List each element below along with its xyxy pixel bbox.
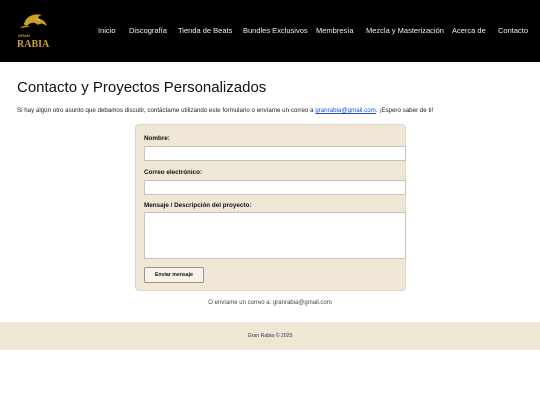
intro-email-link[interactable]: granrabia@gmail.com <box>315 107 376 114</box>
main-nav: Inicio Discografía Tienda de Beats Bundl… <box>0 26 540 38</box>
page-title: Contacto y Proyectos Personalizados <box>17 79 267 96</box>
intro-text-before: Si hay algún otro asunto que debamos dis… <box>17 107 316 114</box>
nav-item-discografia[interactable]: Discografía <box>129 26 167 35</box>
send-message-button[interactable]: Enviar mensaje <box>144 267 204 283</box>
intro-text: Si hay algún otro asunto que debamos dis… <box>17 107 433 114</box>
nav-item-inicio[interactable]: Inicio <box>98 26 116 35</box>
nav-item-acerca-de[interactable]: Acerca de <box>452 26 486 35</box>
intro-text-after: . ¡Espero saber de ti! <box>375 107 434 114</box>
header-bar: GRAN RABIA Inicio Discografía Tienda de … <box>0 0 540 62</box>
email-label: Correo electrónico: <box>144 169 203 176</box>
contact-form: Nombre: Correo electrónico: Mensaje / De… <box>135 124 406 291</box>
footer: Gran Rabia © 2025 <box>0 322 540 350</box>
nav-item-tienda-de-beats[interactable]: Tienda de Beats <box>178 26 232 35</box>
message-textarea[interactable] <box>144 212 406 259</box>
nav-item-membresia[interactable]: Membresía <box>316 26 354 35</box>
name-label: Nombre: <box>144 135 170 142</box>
nav-item-bundles-exclusivos[interactable]: Bundles Exclusivos <box>243 26 308 35</box>
email-input[interactable] <box>144 180 406 195</box>
name-input[interactable] <box>144 146 406 161</box>
nav-item-contacto[interactable]: Contacto <box>498 26 528 35</box>
nav-item-mezcla-y-masterizacion[interactable]: Mezcla y Masterización <box>366 26 444 35</box>
footer-copyright: Gran Rabia © 2025 <box>247 333 293 339</box>
logo-main-text: RABIA <box>17 39 50 50</box>
message-label: Mensaje / Descripción del proyecto: <box>144 202 252 209</box>
alternate-email-text: O envíame un correo a: granrabia@gmail.c… <box>208 300 332 306</box>
